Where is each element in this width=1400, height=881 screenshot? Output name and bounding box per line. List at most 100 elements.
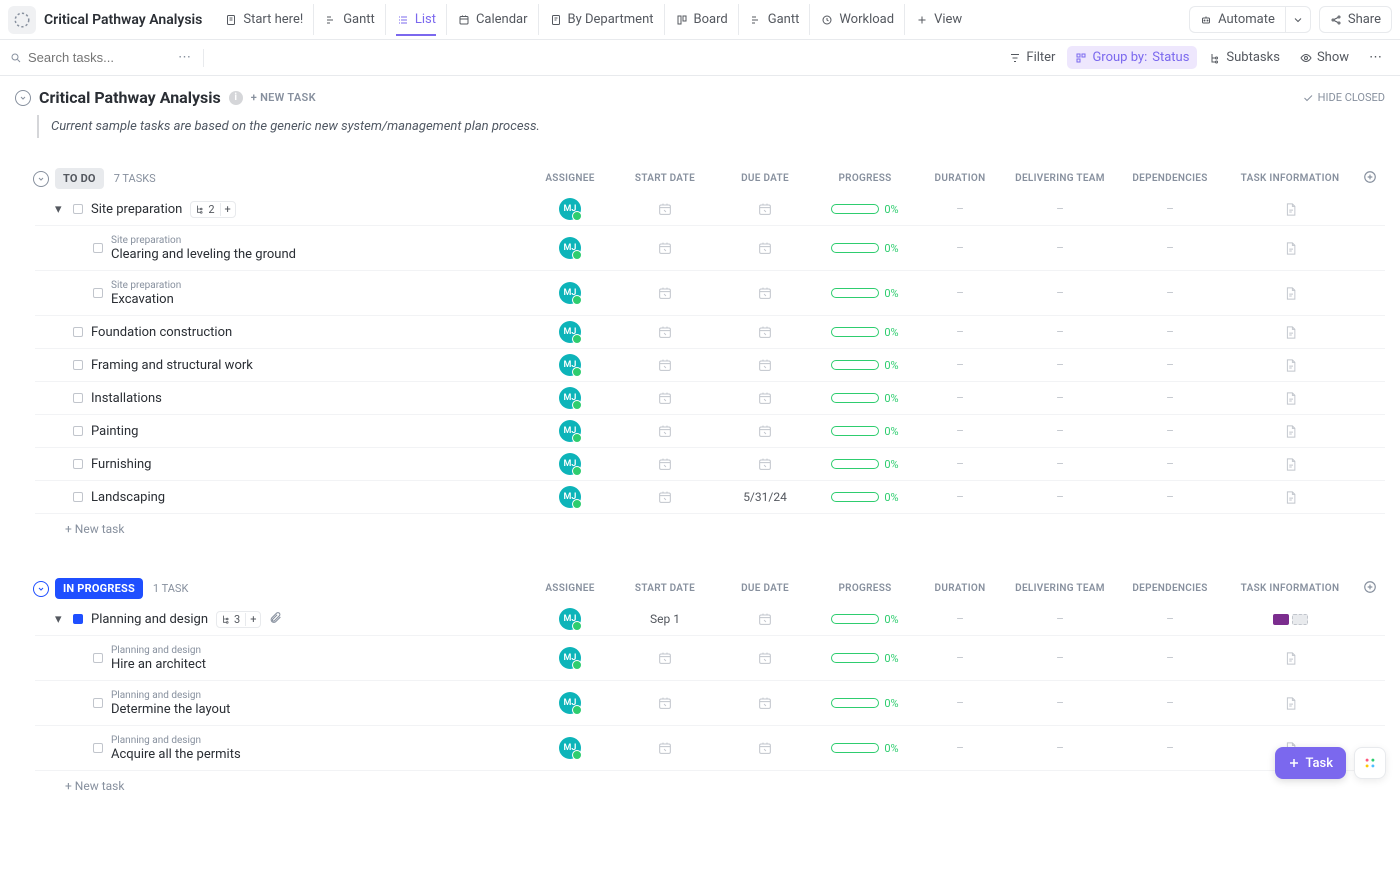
- delivering-team-cell[interactable]: –: [1005, 651, 1115, 665]
- duration-cell[interactable]: –: [915, 358, 1005, 372]
- avatar[interactable]: MJ: [559, 237, 581, 259]
- group-by-button[interactable]: Group by: Status: [1067, 46, 1197, 69]
- task-row[interactable]: ▾ Site preparation2+ MJ 0% – – –: [35, 193, 1385, 226]
- task-row[interactable]: Painting MJ 0% – – –: [35, 415, 1385, 448]
- assignee-cell[interactable]: MJ: [525, 282, 615, 304]
- task-name[interactable]: Site preparation: [91, 202, 182, 217]
- progress-cell[interactable]: 0%: [815, 203, 915, 216]
- delivering-team-cell[interactable]: –: [1005, 202, 1115, 216]
- start-date-cell[interactable]: [615, 695, 715, 711]
- progress-cell[interactable]: 0%: [815, 742, 915, 755]
- subtask-row[interactable]: Site preparation Excavation MJ 0% – – –: [35, 271, 1385, 316]
- start-date-cell[interactable]: [615, 390, 715, 406]
- avatar[interactable]: MJ: [559, 692, 581, 714]
- dependencies-cell[interactable]: –: [1115, 391, 1225, 405]
- assignee-cell[interactable]: MJ: [525, 692, 615, 714]
- progress-cell[interactable]: 0%: [815, 652, 915, 665]
- col-start-date[interactable]: START DATE: [615, 583, 715, 594]
- task-name[interactable]: Acquire all the permits: [111, 747, 241, 762]
- due-date-cell[interactable]: [715, 390, 815, 406]
- task-row[interactable]: ▾ Planning and design3+ MJ Sep 1 0% – – …: [35, 603, 1385, 636]
- status-checkbox[interactable]: [93, 243, 103, 253]
- status-pill[interactable]: IN PROGRESS: [55, 578, 143, 599]
- automate-button[interactable]: Automate: [1189, 6, 1285, 33]
- status-checkbox[interactable]: [93, 653, 103, 663]
- status-checkbox[interactable]: [73, 360, 83, 370]
- dependencies-cell[interactable]: –: [1115, 457, 1225, 471]
- delivering-team-cell[interactable]: –: [1005, 286, 1115, 300]
- view-tab-by-department[interactable]: By Department: [538, 4, 664, 35]
- start-date-cell[interactable]: [615, 240, 715, 256]
- start-date-cell[interactable]: [615, 357, 715, 373]
- new-task-link[interactable]: + NEW TASK: [251, 91, 316, 104]
- task-name[interactable]: Planning and design: [91, 612, 208, 627]
- automate-dropdown[interactable]: [1285, 6, 1311, 33]
- start-date-cell[interactable]: [615, 650, 715, 666]
- task-info-icon[interactable]: [1283, 489, 1298, 506]
- task-name[interactable]: Landscaping: [91, 490, 165, 505]
- view-tab-start-here-[interactable]: Start here!: [214, 4, 313, 35]
- task-info-thumbnails[interactable]: [1225, 614, 1355, 625]
- task-row[interactable]: Furnishing MJ 0% – – –: [35, 448, 1385, 481]
- due-date-cell[interactable]: [715, 456, 815, 472]
- delivering-team-cell[interactable]: –: [1005, 358, 1115, 372]
- add-subtask-icon[interactable]: +: [220, 203, 231, 216]
- assignee-cell[interactable]: MJ: [525, 486, 615, 508]
- status-checkbox[interactable]: [93, 288, 103, 298]
- task-row[interactable]: Framing and structural work MJ 0% – – –: [35, 349, 1385, 382]
- new-task-row[interactable]: + New task: [15, 514, 1385, 544]
- due-date-cell[interactable]: [715, 285, 815, 301]
- avatar[interactable]: MJ: [559, 486, 581, 508]
- new-task-row[interactable]: + New task: [15, 771, 1385, 801]
- col-delivering-team[interactable]: DELIVERING TEAM: [1005, 583, 1115, 594]
- status-checkbox[interactable]: [93, 698, 103, 708]
- task-info-icon[interactable]: [1283, 423, 1298, 440]
- task-info-icon[interactable]: [1283, 201, 1298, 218]
- status-checkbox[interactable]: [73, 426, 83, 436]
- status-pill[interactable]: TO DO: [55, 168, 104, 189]
- task-name[interactable]: Clearing and leveling the ground: [111, 247, 296, 262]
- search-input[interactable]: [28, 50, 158, 65]
- add-subtask-icon[interactable]: +: [245, 613, 256, 626]
- assignee-cell[interactable]: MJ: [525, 453, 615, 475]
- progress-cell[interactable]: 0%: [815, 697, 915, 710]
- toolbar-overflow[interactable]: ⋯: [1361, 46, 1390, 69]
- task-info-icon[interactable]: [1283, 357, 1298, 374]
- start-date-cell[interactable]: [615, 201, 715, 217]
- col-due-date[interactable]: DUE DATE: [715, 583, 815, 594]
- due-date-cell[interactable]: [715, 695, 815, 711]
- start-date-cell[interactable]: [615, 324, 715, 340]
- collapse-list-icon[interactable]: [15, 90, 31, 106]
- subtask-row[interactable]: Site preparation Clearing and leveling t…: [35, 226, 1385, 271]
- status-checkbox[interactable]: [73, 204, 83, 214]
- start-date-cell[interactable]: [615, 489, 715, 505]
- duration-cell[interactable]: –: [915, 241, 1005, 255]
- avatar[interactable]: MJ: [559, 321, 581, 343]
- col-task-info[interactable]: TASK INFORMATION: [1225, 583, 1355, 594]
- new-task-fab[interactable]: Task: [1275, 747, 1346, 779]
- status-checkbox[interactable]: [73, 393, 83, 403]
- show-button[interactable]: Show: [1292, 46, 1357, 69]
- delivering-team-cell[interactable]: –: [1005, 696, 1115, 710]
- task-info-cell[interactable]: [1225, 390, 1355, 407]
- col-task-info[interactable]: TASK INFORMATION: [1225, 173, 1355, 184]
- col-dependencies[interactable]: DEPENDENCIES: [1115, 173, 1225, 184]
- duration-cell[interactable]: –: [915, 391, 1005, 405]
- task-info-icon[interactable]: [1283, 324, 1298, 341]
- task-name[interactable]: Installations: [91, 391, 162, 406]
- task-info-icon[interactable]: [1283, 650, 1298, 667]
- view-tab-gantt[interactable]: Gantt: [738, 4, 810, 35]
- project-title[interactable]: Critical Pathway Analysis: [44, 12, 202, 28]
- task-info-cell[interactable]: [1225, 614, 1355, 625]
- view-tab-list[interactable]: List: [385, 4, 446, 35]
- delivering-team-cell[interactable]: –: [1005, 490, 1115, 504]
- dependencies-cell[interactable]: –: [1115, 490, 1225, 504]
- due-date-cell[interactable]: [715, 650, 815, 666]
- due-date-cell[interactable]: [715, 423, 815, 439]
- due-date-cell[interactable]: [715, 740, 815, 756]
- delivering-team-cell[interactable]: –: [1005, 424, 1115, 438]
- progress-cell[interactable]: 0%: [815, 359, 915, 372]
- duration-cell[interactable]: –: [915, 286, 1005, 300]
- avatar[interactable]: MJ: [559, 354, 581, 376]
- view-tab-board[interactable]: Board: [664, 4, 738, 35]
